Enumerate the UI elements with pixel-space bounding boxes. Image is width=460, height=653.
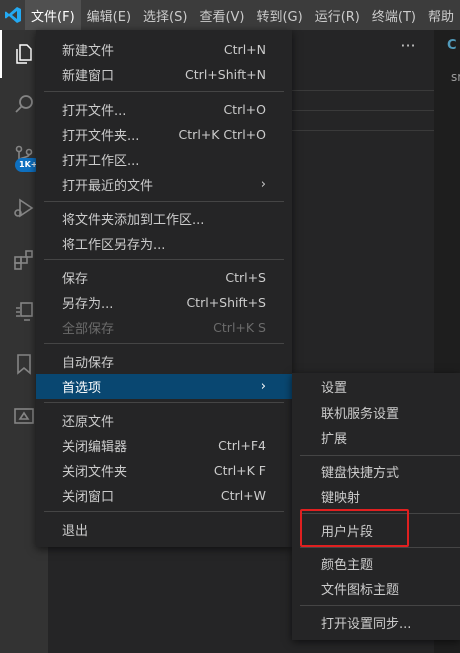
- menu-separator: [300, 455, 460, 456]
- submenu-item-settings[interactable]: 设置: [292, 374, 460, 399]
- menu-item-new-file[interactable]: 新建文件 Ctrl+N: [36, 37, 292, 62]
- menu-view[interactable]: 查看(V): [193, 0, 250, 30]
- file-type-icon: C: [447, 38, 457, 53]
- menu-separator: [44, 91, 284, 92]
- menu-item-preferences[interactable]: 首选项 ›: [36, 374, 292, 399]
- menu-help[interactable]: 帮助: [422, 0, 460, 30]
- menu-item-close-folder[interactable]: 关闭文件夹 Ctrl+K F: [36, 458, 292, 483]
- menu-item-open-file[interactable]: 打开文件... Ctrl+O: [36, 97, 292, 122]
- menu-go[interactable]: 转到(G): [250, 0, 308, 30]
- menu-bar: 文件(F) 编辑(E) 选择(S) 查看(V) 转到(G) 运行(R) 终端(T…: [0, 0, 460, 30]
- vscode-logo-icon: [0, 0, 25, 30]
- menu-item-save[interactable]: 保存 Ctrl+S: [36, 265, 292, 290]
- menu-separator: [44, 259, 284, 260]
- menu-separator: [44, 402, 284, 403]
- menu-item-save-all[interactable]: 全部保存 Ctrl+K S: [36, 315, 292, 340]
- preferences-submenu: 设置 联机服务设置 扩展C 键盘快捷方式C 键映射Ct 用户片段 颜色主题C 文…: [292, 373, 460, 640]
- submenu-item-turn-on-settings-sync[interactable]: 打开设置同步...: [292, 610, 460, 635]
- submenu-item-keymaps[interactable]: 键映射Ct: [292, 484, 460, 509]
- menu-item-save-workspace-as[interactable]: 将工作区另存为...: [36, 231, 292, 256]
- chevron-right-icon: ›: [260, 379, 266, 394]
- chevron-right-icon: ›: [260, 177, 266, 192]
- menu-item-revert-file[interactable]: 还原文件: [36, 408, 292, 433]
- menu-separator: [44, 201, 284, 202]
- menu-file[interactable]: 文件(F): [25, 0, 81, 30]
- menu-item-open-recent[interactable]: 打开最近的文件 ›: [36, 172, 292, 197]
- submenu-item-keyboard-shortcuts[interactable]: 键盘快捷方式C: [292, 459, 460, 484]
- menu-item-open-workspace[interactable]: 打开工作区...: [36, 147, 292, 172]
- menu-selection[interactable]: 选择(S): [137, 0, 193, 30]
- menu-separator: [44, 511, 284, 512]
- menu-item-add-folder-to-workspace[interactable]: 将文件夹添加到工作区...: [36, 206, 292, 231]
- sidebar-divider: [270, 90, 434, 91]
- menu-item-open-folder[interactable]: 打开文件夹... Ctrl+K Ctrl+O: [36, 122, 292, 147]
- submenu-item-extensions[interactable]: 扩展C: [292, 425, 460, 450]
- menu-item-auto-save[interactable]: 自动保存: [36, 349, 292, 374]
- menu-item-close-window[interactable]: 关闭窗口 Ctrl+W: [36, 483, 292, 508]
- menu-item-save-as[interactable]: 另存为... Ctrl+Shift+S: [36, 290, 292, 315]
- menu-run[interactable]: 运行(R): [309, 0, 366, 30]
- menu-separator: [300, 547, 460, 548]
- submenu-item-file-icon-theme[interactable]: 文件图标主题: [292, 576, 460, 601]
- annotation-highlight-box: [300, 509, 409, 547]
- submenu-item-online-services-settings[interactable]: 联机服务设置: [292, 400, 460, 425]
- code-area[interactable]: [434, 98, 460, 363]
- menu-terminal[interactable]: 终端(T): [366, 0, 422, 30]
- menu-separator: [300, 605, 460, 606]
- menu-separator: [44, 343, 284, 344]
- menu-edit[interactable]: 编辑(E): [81, 0, 137, 30]
- sidebar-divider: [270, 110, 434, 111]
- file-menu: 新建文件 Ctrl+N 新建窗口 Ctrl+Shift+N 打开文件... Ctrl+…: [36, 30, 292, 547]
- submenu-item-color-theme[interactable]: 颜色主题C: [292, 551, 460, 576]
- menu-item-close-editor[interactable]: 关闭编辑器 Ctrl+F4: [36, 433, 292, 458]
- menu-item-exit[interactable]: 退出: [36, 517, 292, 542]
- more-actions-icon[interactable]: ···: [398, 36, 418, 56]
- sidebar-divider: [270, 130, 434, 131]
- breadcrumb: sr: [451, 70, 460, 84]
- menu-item-new-window[interactable]: 新建窗口 Ctrl+Shift+N: [36, 62, 292, 87]
